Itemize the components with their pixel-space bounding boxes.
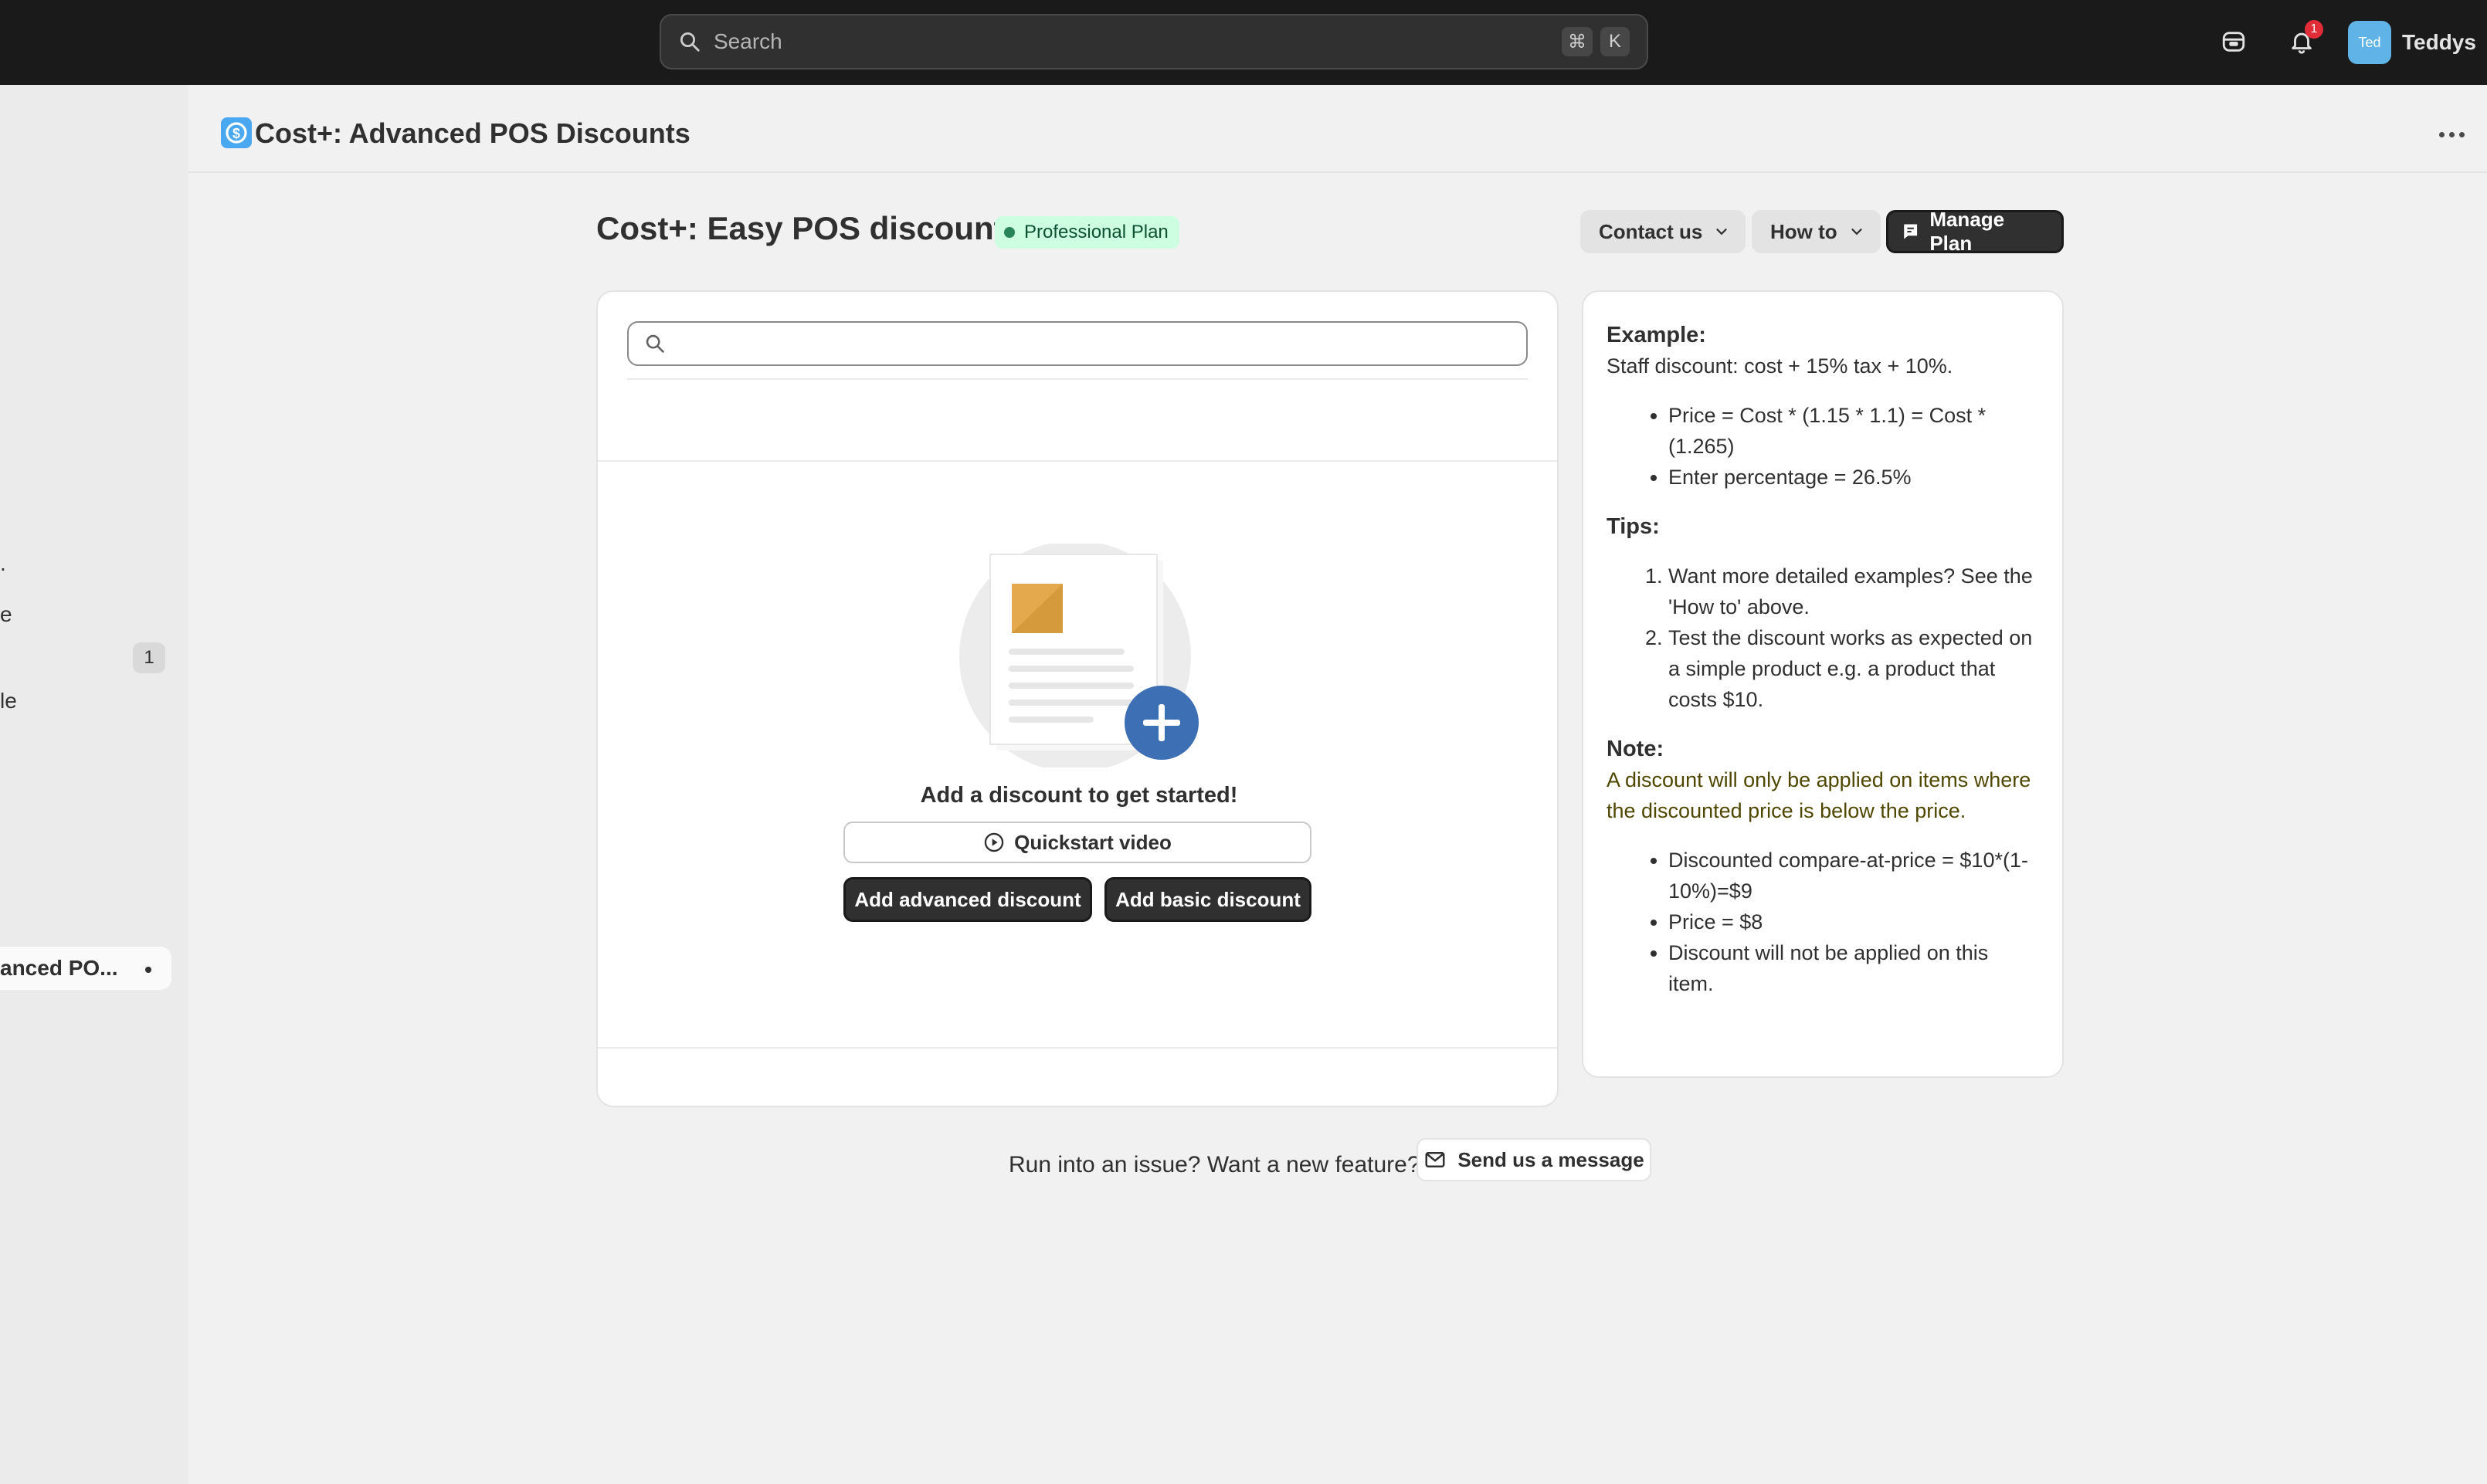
sidebar-active-label: anced PO... [0, 956, 118, 980]
manage-plan-label: Manage Plan [1929, 208, 2005, 255]
search-icon [680, 32, 700, 52]
info-card: Example: Staff discount: cost + 15% tax … [1582, 290, 2064, 1078]
ellipsis-icon [2438, 131, 2445, 137]
sidebar-item-active-app[interactable]: anced PO... [0, 947, 171, 990]
list-item: Discount will not be applied on this ite… [1668, 937, 2039, 999]
quickstart-label: Quickstart video [1014, 830, 1172, 854]
sidebar-count-badge: 1 [133, 642, 165, 673]
note-heading: Note: [1607, 737, 1664, 761]
list-item: Price = $8 [1668, 906, 2039, 937]
discount-search-input[interactable] [675, 331, 1526, 356]
app-title: Cost+: Advanced POS Discounts [255, 117, 690, 149]
discount-search-field[interactable] [627, 321, 1528, 366]
plan-status-badge: Professional Plan [995, 216, 1179, 249]
shortcut-key-k: K [1600, 27, 1630, 56]
play-circle-icon [984, 832, 1004, 852]
pin-dot-icon [145, 967, 151, 973]
support-footer: Run into an issue? Want a new feature? S… [0, 1138, 2487, 1181]
empty-state-heading: Add a discount to get started! [920, 783, 1238, 808]
sidebar: . e 1 le anced PO... [0, 85, 188, 1484]
notifications-button[interactable]: 1 [2285, 20, 2323, 59]
user-menu[interactable]: Ted Teddys [2348, 20, 2476, 65]
footer-divider [598, 1047, 1557, 1049]
app-header: $ Cost+: Advanced POS Discounts [188, 85, 2487, 173]
discounts-card: Add a discount to get started! Quickstar… [596, 290, 1559, 1107]
status-dot-icon [1004, 227, 1015, 238]
how-to-label: How to [1770, 219, 1837, 243]
send-message-button[interactable]: Send us a message [1417, 1138, 1651, 1181]
global-search-bar[interactable]: Search ⌘ K [660, 14, 1648, 69]
note-section: Note: A discount will only be applied on… [1607, 734, 2039, 999]
quickstart-video-button[interactable]: Quickstart video [843, 822, 1311, 863]
chevron-down-icon [1716, 229, 1727, 235]
ellipsis-dot [2458, 131, 2465, 137]
list-item: Discounted compare-at-price = $10*(1-10%… [1668, 845, 2039, 906]
shortcut-hint: ⌘ K [1562, 27, 1630, 56]
chevron-down-icon [1851, 229, 1862, 235]
top-bar: Search ⌘ K 1 Ted Teddys [0, 0, 2487, 85]
store-switcher-button[interactable] [2217, 25, 2251, 59]
add-advanced-discount-button[interactable]: Add advanced discount [843, 877, 1092, 922]
note-text: A discount will only be applied on items… [1607, 768, 2031, 822]
add-basic-discount-button[interactable]: Add basic discount [1104, 877, 1311, 922]
notification-count-badge: 1 [2305, 20, 2323, 39]
app-logo-icon: $ [221, 117, 252, 148]
list-item: Test the discount works as expected on a… [1668, 622, 2039, 715]
how-to-button[interactable]: How to [1752, 210, 1881, 253]
page-title: Cost+: Easy POS discount [596, 210, 1005, 246]
sidebar-item-partial-2[interactable]: e [0, 602, 12, 627]
contact-us-button[interactable]: Contact us [1580, 210, 1746, 253]
example-heading: Example: [1607, 323, 1706, 347]
list-item: Enter percentage = 26.5% [1668, 462, 2039, 493]
svg-text:$: $ [232, 126, 240, 141]
empty-state-illustration [959, 544, 1199, 767]
tips-section: Tips: Want more detailed examples? See t… [1607, 511, 2039, 715]
sidebar-item-partial-1[interactable]: . [0, 551, 6, 576]
list-item: Want more detailed examples? See the 'Ho… [1668, 561, 2039, 622]
list-item: Price = Cost * (1.15 * 1.1) = Cost * (1.… [1668, 400, 2039, 462]
tips-list: Want more detailed examples? See the 'Ho… [1607, 561, 2039, 715]
ellipsis-dot [2448, 131, 2455, 137]
example-text: Staff discount: cost + 15% tax + 10%. [1607, 354, 1953, 378]
contact-us-label: Contact us [1599, 219, 1703, 243]
store-icon [2222, 32, 2245, 52]
send-message-label: Send us a message [1457, 1147, 1644, 1171]
plan-icon [1904, 224, 1918, 239]
search-divider [627, 378, 1528, 380]
plan-badge-label: Professional Plan [1024, 222, 1169, 242]
global-search-placeholder: Search [714, 29, 782, 53]
more-actions-button[interactable] [2428, 120, 2475, 148]
header-divider [598, 460, 1557, 462]
avatar: Ted [2348, 21, 2391, 64]
shortcut-key-cmd: ⌘ [1562, 27, 1593, 56]
support-prompt: Run into an issue? Want a new feature? [1009, 1152, 1420, 1177]
example-section: Example: Staff discount: cost + 15% tax … [1607, 320, 2039, 493]
search-icon [646, 334, 664, 353]
user-name: Teddys [2402, 30, 2476, 54]
manage-plan-button[interactable]: Manage Plan [1886, 208, 2064, 255]
mail-icon [1425, 1152, 1445, 1167]
tips-heading: Tips: [1607, 514, 1660, 539]
note-list: Discounted compare-at-price = $10*(1-10%… [1607, 845, 2039, 999]
example-list: Price = Cost * (1.15 * 1.1) = Cost * (1.… [1607, 400, 2039, 493]
sidebar-item-partial-3[interactable]: le [0, 689, 17, 713]
